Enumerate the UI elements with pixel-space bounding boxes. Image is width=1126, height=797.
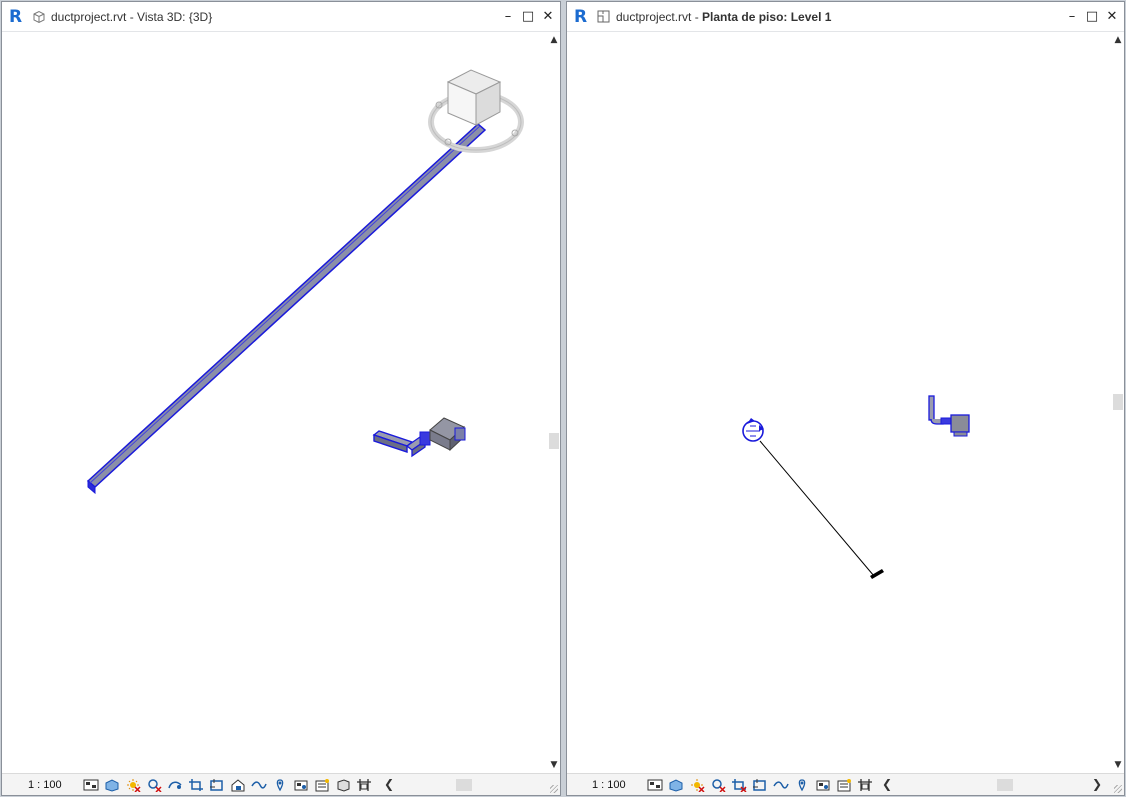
detail-level-icon[interactable]: [646, 777, 664, 793]
section-line[interactable]: [759, 440, 884, 579]
scroll-down-icon[interactable]: ▼: [548, 759, 560, 771]
revit-logo-icon: R: [574, 7, 588, 27]
duct-plan-assembly[interactable]: [928, 395, 970, 437]
view-scale[interactable]: 1 : 100: [592, 779, 626, 791]
detail-level-icon[interactable]: [82, 777, 100, 793]
vertical-scrollbar[interactable]: ▲ ▼: [548, 32, 560, 773]
3d-view-icon: [33, 10, 45, 24]
visual-style-icon[interactable]: [103, 777, 121, 793]
show-crop-region-icon[interactable]: [751, 777, 769, 793]
horizontal-scrollbar[interactable]: ❮: [384, 777, 554, 793]
minimize-button[interactable]: –: [1064, 8, 1080, 24]
sun-path-icon[interactable]: [124, 777, 142, 793]
highlight-boundaries-icon[interactable]: [355, 777, 373, 793]
unlock-3d-view-icon[interactable]: [229, 777, 247, 793]
analytical-model-icon[interactable]: [334, 777, 352, 793]
scroll-up-icon[interactable]: ▲: [1112, 34, 1124, 46]
crop-view-icon[interactable]: [187, 777, 205, 793]
close-button[interactable]: ✕: [1104, 8, 1120, 24]
crop-view-icon[interactable]: [730, 777, 748, 793]
scroll-left-icon[interactable]: ❮: [882, 777, 892, 791]
view-window-floor-plan[interactable]: R ductproject.rvt - Planta de piso: Leve…: [566, 1, 1125, 796]
scroll-up-icon[interactable]: ▲: [548, 34, 560, 46]
view-control-bar: 1 : 100 ❮: [2, 773, 560, 795]
maximize-button[interactable]: □: [1084, 8, 1100, 24]
duct-elbow-assembly[interactable]: [372, 417, 466, 458]
floor-plan-icon: [597, 10, 610, 23]
view-title: ductproject.rvt - Vista 3D: {3D}: [51, 10, 213, 24]
vertical-scrollbar[interactable]: ▲ ▼: [1112, 32, 1124, 773]
reveal-hidden-icon[interactable]: [793, 777, 811, 793]
temporary-view-properties-icon[interactable]: [292, 777, 310, 793]
maximize-button[interactable]: □: [520, 8, 536, 24]
temporary-hide-icon[interactable]: [772, 777, 790, 793]
sun-path-icon[interactable]: [688, 777, 706, 793]
drawing-area-3d[interactable]: [2, 32, 548, 773]
view-scale[interactable]: 1 : 100: [28, 779, 62, 791]
reveal-hidden-icon[interactable]: [271, 777, 289, 793]
visual-style-icon[interactable]: [667, 777, 685, 793]
scroll-left-icon[interactable]: ❮: [384, 777, 394, 791]
view-title: ductproject.rvt - Planta de piso: Level …: [616, 10, 832, 24]
view-control-bar: 1 : 100 ❮ ❯: [567, 773, 1124, 795]
scroll-down-icon[interactable]: ▼: [1112, 759, 1124, 771]
worksharing-display-icon[interactable]: [313, 777, 331, 793]
minimize-button[interactable]: –: [500, 8, 516, 24]
show-crop-region-icon[interactable]: [208, 777, 226, 793]
shadows-icon[interactable]: [145, 777, 163, 793]
resize-grip[interactable]: [550, 785, 558, 793]
scroll-thumb[interactable]: [1113, 394, 1123, 410]
drawing-area-plan[interactable]: [567, 32, 1112, 773]
view-titlebar[interactable]: R ductproject.rvt - Planta de piso: Leve…: [567, 2, 1124, 32]
scroll-thumb[interactable]: [549, 433, 559, 449]
temporary-hide-icon[interactable]: [250, 777, 268, 793]
scroll-right-icon[interactable]: ❯: [1092, 777, 1102, 791]
worksharing-display-icon[interactable]: [835, 777, 853, 793]
hscroll-thumb[interactable]: [997, 779, 1013, 791]
view-window-3d[interactable]: R ductproject.rvt - Vista 3D: {3D} – □ ✕: [1, 1, 561, 796]
hscroll-thumb[interactable]: [456, 779, 472, 791]
highlight-boundaries-icon[interactable]: [856, 777, 874, 793]
resize-grip[interactable]: [1114, 785, 1122, 793]
close-button[interactable]: ✕: [540, 8, 556, 24]
elevation-marker-icon[interactable]: [742, 418, 764, 442]
show-rendering-icon[interactable]: [166, 777, 184, 793]
horizontal-scrollbar[interactable]: ❮ ❯: [882, 777, 1102, 793]
view-titlebar[interactable]: R ductproject.rvt - Vista 3D: {3D} – □ ✕: [2, 2, 560, 32]
revit-logo-icon: R: [9, 7, 23, 27]
temporary-view-properties-icon[interactable]: [814, 777, 832, 793]
shadows-icon[interactable]: [709, 777, 727, 793]
